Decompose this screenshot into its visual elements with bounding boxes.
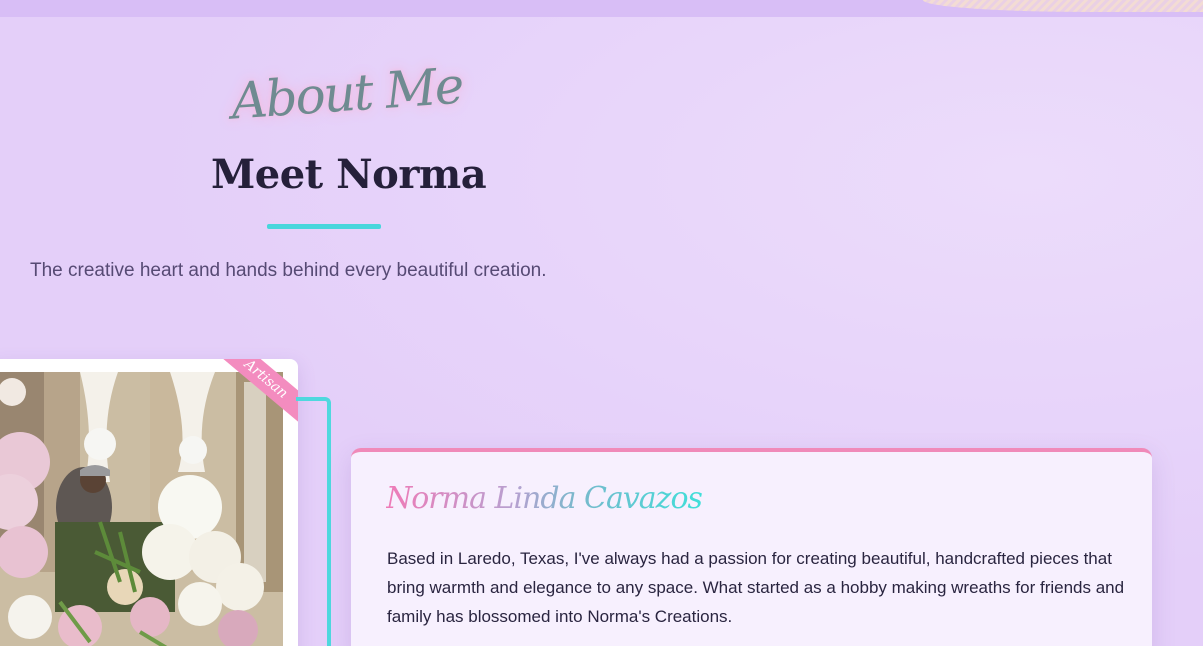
bio-card-name: Norma Linda Cavazos [386,481,703,516]
page-title: Meet Norma [211,151,487,198]
section-tagline: The creative heart and hands behind ever… [30,260,547,281]
bio-card-text: Based in Laredo, Texas, I've always had … [387,549,1125,626]
ribbon-badge: Artisan [198,359,298,434]
section-script-label: About Me [229,56,465,131]
ribbon-label: Artisan [215,359,298,434]
title-underline [267,224,381,229]
top-bar [0,0,1203,17]
decorative-stripes [923,0,1203,12]
accent-line [296,397,331,646]
